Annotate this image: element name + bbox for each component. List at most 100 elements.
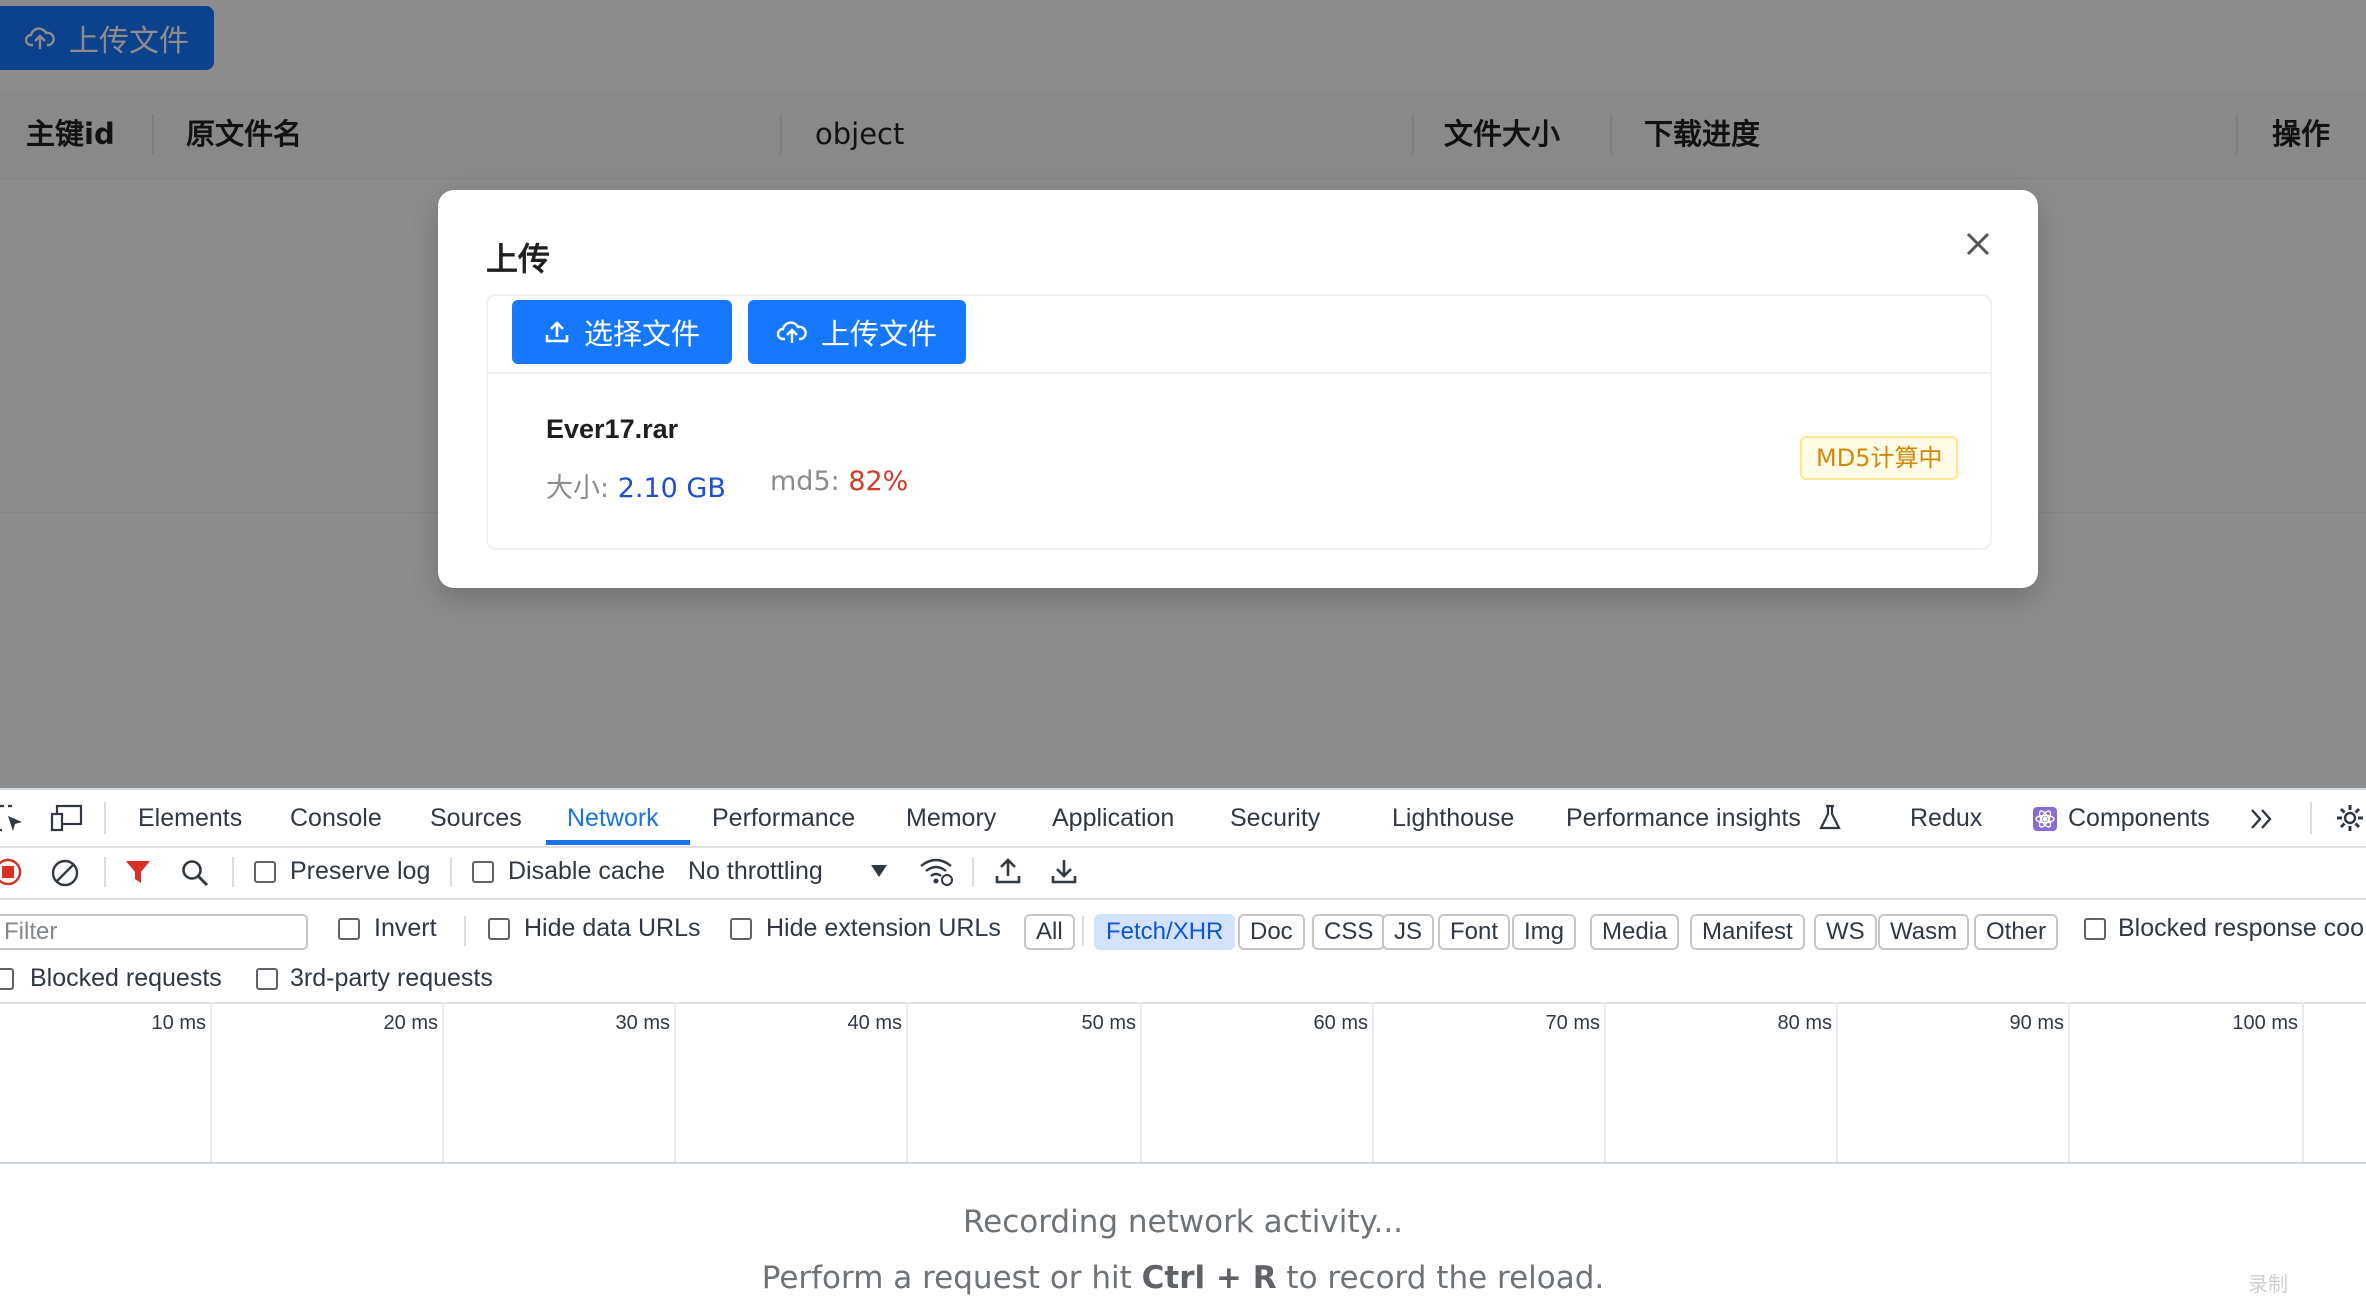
type-filter-img[interactable]: Img xyxy=(1512,914,1577,950)
type-filter-all[interactable]: All xyxy=(1024,914,1075,950)
type-filter-fetch-xhr[interactable]: Fetch/XHR xyxy=(1094,914,1236,950)
type-filter-manifest[interactable]: Manifest xyxy=(1690,914,1805,950)
timeline-tick: 20 ms xyxy=(383,1012,438,1034)
type-filter-wasm[interactable]: Wasm xyxy=(1878,914,1970,950)
blocked-response-cookies-checkbox[interactable] xyxy=(2084,918,2106,940)
timeline-tick: 30 ms xyxy=(615,1012,670,1034)
tab-elements[interactable]: Elements xyxy=(138,790,242,846)
settings-gear-icon[interactable] xyxy=(2334,802,2366,834)
type-filter-media[interactable]: Media xyxy=(1590,914,1680,950)
upload-file-button[interactable]: 上传文件 xyxy=(748,300,966,364)
watermark-text: 录制 xyxy=(2248,1274,2288,1296)
disable-cache-label: Disable cache xyxy=(508,857,666,885)
tab-redux[interactable]: Redux xyxy=(1910,790,1982,846)
network-overview-timeline[interactable]: 10 ms 20 ms 30 ms 40 ms 50 ms 60 ms 70 m… xyxy=(0,1002,2366,1164)
filter-input[interactable] xyxy=(0,914,308,950)
recording-status: Recording network activity... xyxy=(962,1204,1404,1240)
timeline-gridline xyxy=(2068,1002,2070,1162)
invert-label: Invert xyxy=(374,914,437,942)
type-filter-other[interactable]: Other xyxy=(1974,914,2059,950)
toolbar-divider xyxy=(972,857,974,887)
preserve-log-checkbox[interactable] xyxy=(254,861,276,883)
toolbar-divider xyxy=(450,857,452,887)
blocked-requests-label: Blocked requests xyxy=(30,964,222,992)
select-file-label: 选择文件 xyxy=(583,317,700,351)
upload-modal: 上传 选择文件 上传文件 Ever17.rar 大小: 2.10 GB md5:… xyxy=(438,190,2038,588)
type-filter-font[interactable]: Font xyxy=(1438,914,1511,950)
tab-sources[interactable]: Sources xyxy=(430,790,522,846)
upload-file-label: 上传文件 xyxy=(820,317,937,351)
file-size: 大小: 2.10 GB xyxy=(546,466,726,505)
upload-icon xyxy=(545,321,569,343)
chevron-down-icon[interactable] xyxy=(870,864,888,878)
hide-extension-urls-checkbox[interactable] xyxy=(730,918,752,940)
more-tabs-chevron-icon[interactable] xyxy=(2248,806,2276,832)
timeline-gridline xyxy=(1140,1002,1142,1162)
tabs-divider xyxy=(104,802,106,834)
select-file-button[interactable]: 选择文件 xyxy=(512,300,732,364)
third-party-requests-label: 3rd-party requests xyxy=(290,964,493,992)
timeline-gridline xyxy=(1372,1002,1374,1162)
upload-card: 选择文件 上传文件 Ever17.rar 大小: 2.10 GB md5: 82… xyxy=(486,294,1992,550)
reload-shortcut: Ctrl + R xyxy=(1141,1260,1277,1296)
throttling-select[interactable]: No throttling xyxy=(688,857,823,886)
hide-extension-urls-label: Hide extension URLs xyxy=(766,914,1001,942)
reload-hint: Perform a request or hit Ctrl + R to rec… xyxy=(0,1260,2366,1296)
type-filter-ws[interactable]: WS xyxy=(1814,914,1877,950)
timeline-gridline xyxy=(1836,1002,1838,1162)
search-icon[interactable] xyxy=(180,858,210,888)
close-button[interactable] xyxy=(1958,224,1998,264)
import-har-upload-icon[interactable] xyxy=(994,856,1022,886)
toolbar-divider xyxy=(232,857,234,887)
third-party-requests-checkbox[interactable] xyxy=(256,968,278,990)
md5-progress: md5: 82% xyxy=(770,466,908,497)
experiment-flask-icon xyxy=(1819,804,1841,830)
timeline-gridline xyxy=(210,1002,212,1162)
network-conditions-wifi-icon[interactable] xyxy=(918,856,954,888)
device-toolbar-icon[interactable] xyxy=(50,804,84,832)
tab-memory[interactable]: Memory xyxy=(906,790,996,846)
tab-performance[interactable]: Performance xyxy=(712,790,855,846)
timeline-tick: 70 ms xyxy=(1545,1012,1600,1034)
tab-lighthouse[interactable]: Lighthouse xyxy=(1392,790,1514,846)
tab-network[interactable]: Network xyxy=(567,790,659,846)
tabs-divider xyxy=(2310,802,2312,834)
timeline-tick: 40 ms xyxy=(847,1012,902,1034)
tab-security[interactable]: Security xyxy=(1230,790,1320,846)
timeline-gridline xyxy=(1604,1002,1606,1162)
cloud-upload-icon xyxy=(776,321,807,343)
size-label: 大小: xyxy=(546,473,610,504)
disable-cache-checkbox[interactable] xyxy=(472,861,494,883)
inspect-element-icon[interactable] xyxy=(0,804,24,832)
filter-divider xyxy=(1082,916,1084,946)
react-components-icon xyxy=(2033,807,2057,831)
timeline-tick: 100 ms xyxy=(2232,1012,2298,1034)
tab-console[interactable]: Console xyxy=(290,790,382,846)
preserve-log-label: Preserve log xyxy=(290,857,431,885)
invert-checkbox[interactable] xyxy=(338,918,360,940)
timeline-gridline xyxy=(674,1002,676,1162)
status-badge: MD5计算中 xyxy=(1800,436,1959,480)
size-value: 2.10 GB xyxy=(617,473,726,504)
network-toolbar: Preserve log Disable cache No throttling xyxy=(0,846,2366,900)
tab-components[interactable]: Components xyxy=(2068,790,2210,846)
reload-hint-pre: Perform a request or hit xyxy=(761,1260,1142,1296)
clear-icon[interactable] xyxy=(50,858,80,888)
md5-value: 82% xyxy=(848,466,909,497)
tab-application[interactable]: Application xyxy=(1052,790,1174,846)
network-filter-bar: Invert Hide data URLs Hide extension URL… xyxy=(0,898,2366,1004)
type-filter-doc[interactable]: Doc xyxy=(1238,914,1305,950)
tab-performance-insights[interactable]: Performance insights xyxy=(1566,790,1801,846)
close-icon xyxy=(1966,232,1990,256)
type-filter-js[interactable]: JS xyxy=(1382,914,1435,950)
active-tab-indicator xyxy=(546,840,690,845)
type-filter-css[interactable]: CSS xyxy=(1312,914,1386,950)
filter-funnel-icon[interactable] xyxy=(124,858,152,886)
blocked-requests-checkbox[interactable] xyxy=(0,968,14,990)
export-har-download-icon[interactable] xyxy=(1050,856,1078,886)
md5-label: md5: xyxy=(770,466,840,497)
timeline-gridline xyxy=(906,1002,908,1162)
hide-data-urls-checkbox[interactable] xyxy=(488,918,510,940)
timeline-tick: 80 ms xyxy=(1777,1012,1832,1034)
record-stop-icon[interactable] xyxy=(0,858,22,886)
